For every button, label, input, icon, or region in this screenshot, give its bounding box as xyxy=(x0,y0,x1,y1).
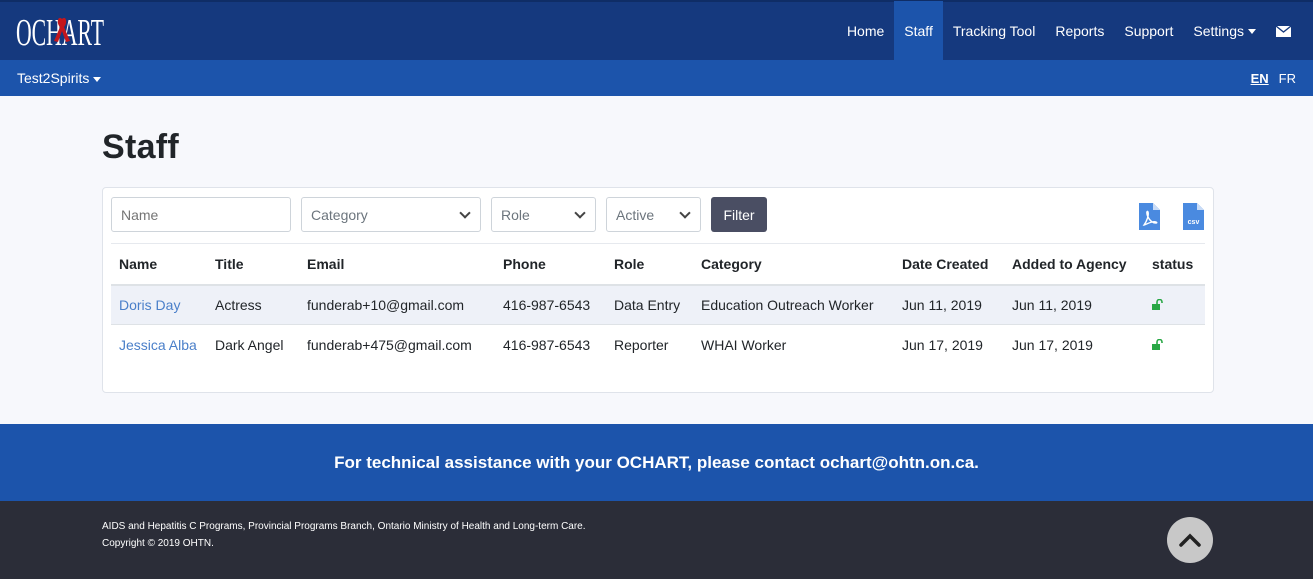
nav-support[interactable]: Support xyxy=(1114,1,1183,61)
cell-phone: 416-987-6543 xyxy=(495,284,606,325)
col-date-created[interactable]: Date Created xyxy=(894,243,1004,286)
nav-settings-dropdown[interactable]: Settings xyxy=(1183,1,1266,61)
caret-down-icon xyxy=(1248,28,1256,34)
caret-down-icon xyxy=(93,76,102,82)
page-title: Staff xyxy=(102,128,180,166)
col-phone[interactable]: Phone xyxy=(495,243,606,286)
nav-home[interactable]: Home xyxy=(837,1,894,61)
col-title[interactable]: Title xyxy=(207,243,299,286)
svg-text:csv: csv xyxy=(1188,219,1200,226)
lang-en[interactable]: EN xyxy=(1251,71,1269,86)
chevron-up-icon xyxy=(1179,533,1201,547)
staff-name-link[interactable]: Doris Day xyxy=(119,297,180,313)
col-role[interactable]: Role xyxy=(606,243,693,286)
nav-tracking-tool[interactable]: Tracking Tool xyxy=(943,1,1045,61)
cell-status xyxy=(1144,284,1205,325)
cell-title: Dark Angel xyxy=(215,336,284,353)
cell-phone: 416-987-6543 xyxy=(503,336,591,353)
col-added-to-agency[interactable]: Added to Agency xyxy=(1004,243,1144,286)
active-select-value: Active xyxy=(616,206,655,223)
cell-status xyxy=(1144,325,1205,365)
col-status[interactable]: status xyxy=(1144,243,1205,286)
footer-copyright: Copyright © 2019 OHTN. xyxy=(102,538,214,549)
cell-category: WHAI Worker xyxy=(701,336,787,353)
active-select[interactable]: Active xyxy=(606,197,701,232)
footer: AIDS and Hepatitis C Programs, Provincia… xyxy=(0,501,1313,579)
cell-email: funderab+475@gmail.com xyxy=(307,336,472,353)
cell-role: Reporter xyxy=(614,336,669,353)
cell-title: Actress xyxy=(207,284,299,325)
chevron-down-icon xyxy=(459,206,471,219)
col-email[interactable]: Email xyxy=(299,243,495,286)
cell-added: Jun 17, 2019 xyxy=(1012,336,1093,353)
staff-table: Name Title Email Phone Role Category Dat… xyxy=(111,243,1205,365)
top-navbar: OCHART Home Staff Tracking Tool Reports … xyxy=(0,0,1313,61)
pdf-export-icon[interactable] xyxy=(1139,203,1160,230)
staff-card: Category Role Active Filter csv Name Tit… xyxy=(102,187,1214,393)
category-select[interactable]: Category xyxy=(301,197,481,232)
role-select[interactable]: Role xyxy=(491,197,596,232)
unlock-icon[interactable] xyxy=(1152,338,1164,350)
col-name[interactable]: Name xyxy=(111,243,207,286)
table-header-row: Name Title Email Phone Role Category Dat… xyxy=(111,243,1205,286)
mail-button[interactable] xyxy=(1266,1,1301,61)
cell-email: funderab+10@gmail.com xyxy=(299,284,495,325)
cell-role: Data Entry xyxy=(606,284,693,325)
role-select-value: Role xyxy=(501,206,530,223)
cell-date-created: Jun 17, 2019 xyxy=(902,336,983,353)
export-buttons: csv xyxy=(1139,203,1204,230)
agency-name: Test2Spirits xyxy=(17,70,90,86)
chevron-down-icon xyxy=(679,206,691,219)
lang-fr[interactable]: FR xyxy=(1279,71,1296,86)
unlock-icon[interactable] xyxy=(1152,298,1164,310)
back-to-top-button[interactable] xyxy=(1167,517,1213,563)
category-select-value: Category xyxy=(311,206,368,223)
cell-added: Jun 11, 2019 xyxy=(1004,284,1144,325)
nav-staff[interactable]: Staff xyxy=(894,1,943,61)
csv-export-icon[interactable]: csv xyxy=(1183,203,1204,230)
chevron-down-icon xyxy=(574,206,586,219)
footer-ministry-text: AIDS and Hepatitis C Programs, Provincia… xyxy=(102,521,586,532)
col-category[interactable]: Category xyxy=(693,243,894,286)
help-banner: For technical assistance with your OCHAR… xyxy=(0,424,1313,501)
cell-category: Education Outreach Worker xyxy=(693,284,894,325)
ochart-logo[interactable]: OCHART xyxy=(16,1,106,61)
envelope-icon xyxy=(1276,25,1291,37)
main-content: Staff Category Role Active Filter csv Na… xyxy=(0,96,1313,424)
table-row: Doris Day Actress funderab+10@gmail.com … xyxy=(111,284,1205,325)
agency-bar: Test2Spirits EN FR xyxy=(0,60,1313,96)
name-input[interactable] xyxy=(111,197,291,232)
filter-bar: Category Role Active Filter xyxy=(111,196,1205,233)
staff-name-link[interactable]: Jessica Alba xyxy=(119,337,197,353)
cell-date-created: Jun 11, 2019 xyxy=(894,284,1004,325)
nav-settings-label: Settings xyxy=(1193,23,1244,39)
filter-button[interactable]: Filter xyxy=(711,197,767,232)
agency-dropdown[interactable]: Test2Spirits xyxy=(17,70,102,86)
nav-reports[interactable]: Reports xyxy=(1045,1,1114,61)
table-row: Jessica Alba Dark Angel funderab+475@gma… xyxy=(111,325,1205,365)
